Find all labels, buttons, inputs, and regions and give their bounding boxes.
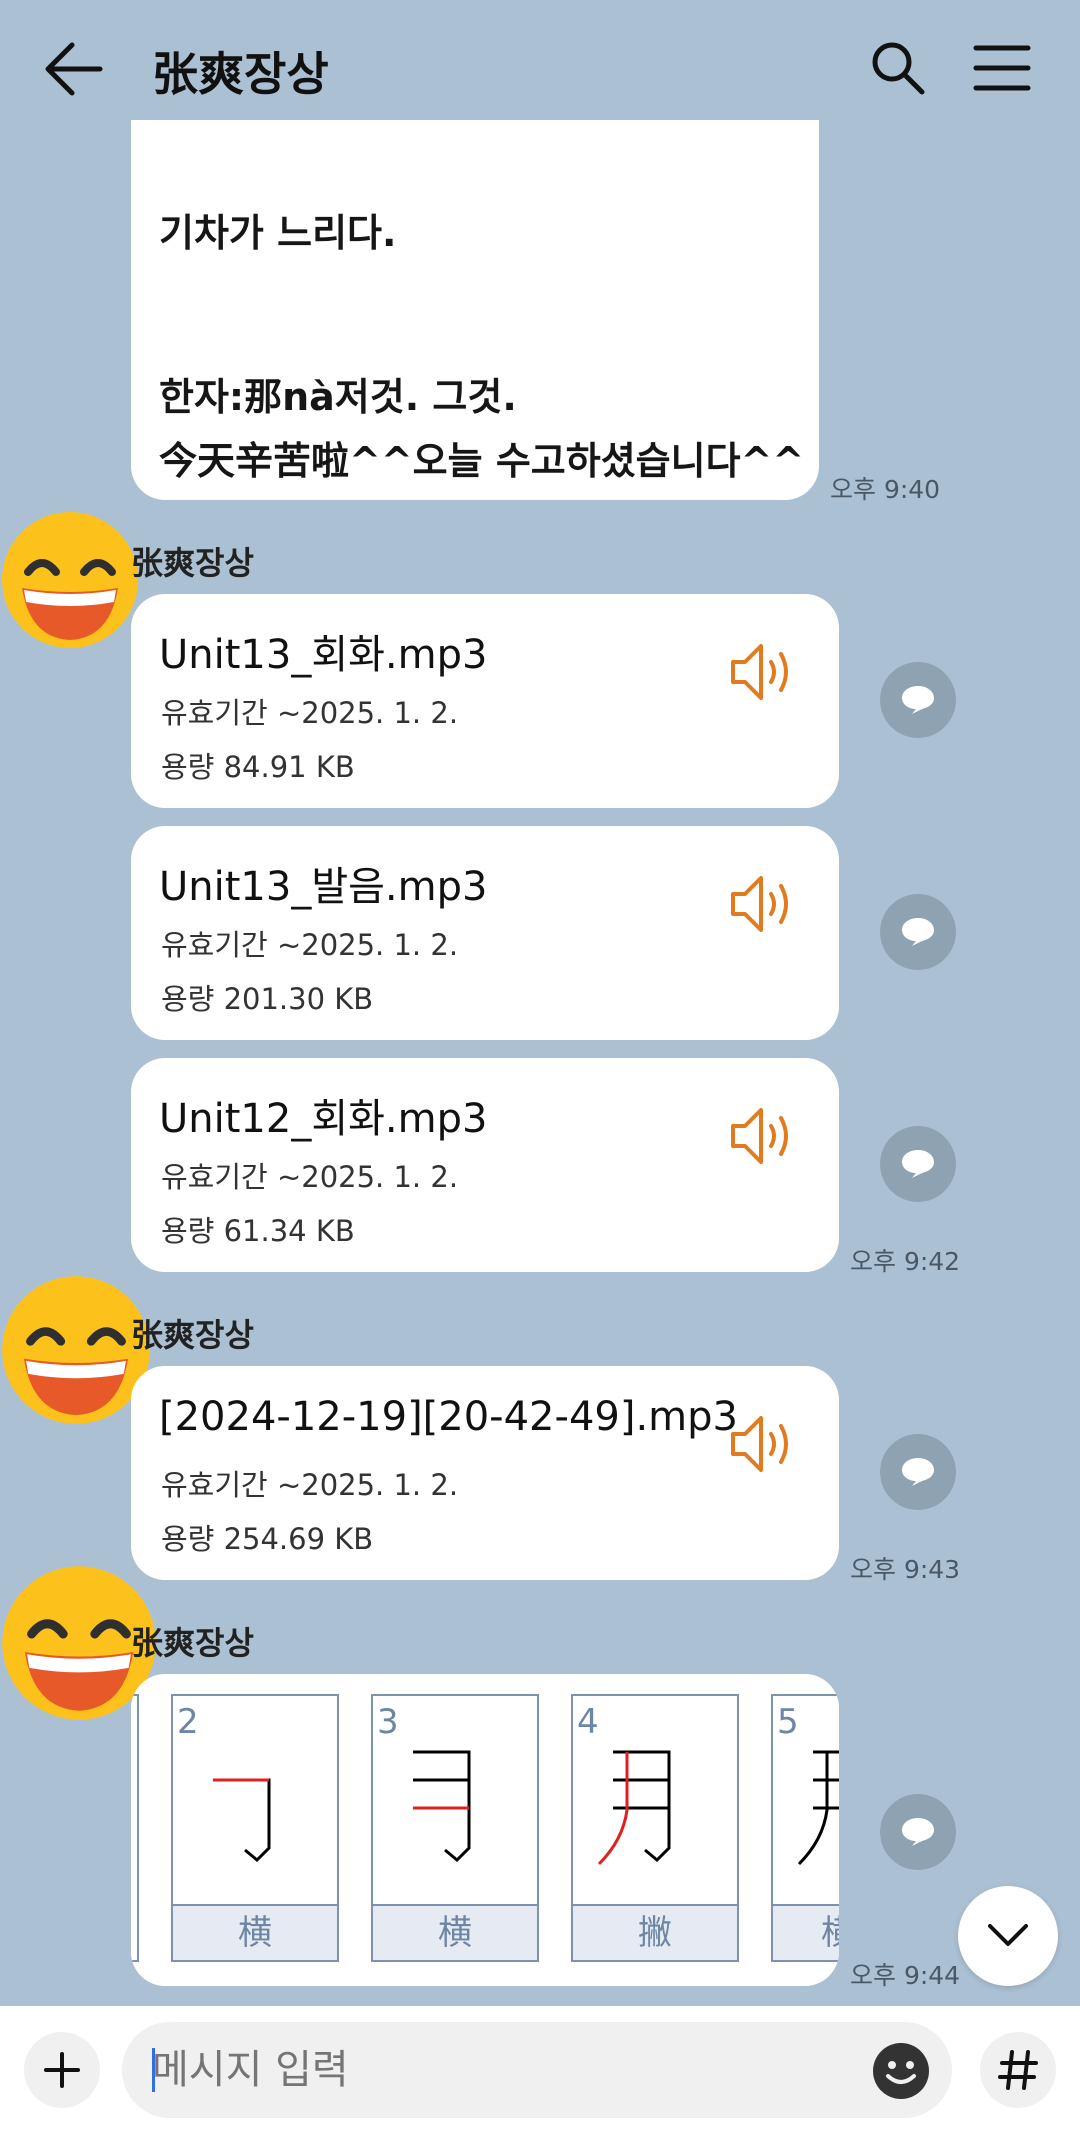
stroke-card xyxy=(131,1694,139,1962)
stroke-label: 横 xyxy=(373,1904,537,1960)
message-time: 오후 9:40 xyxy=(830,475,941,504)
audio-file-bubble[interactable]: Unit12_회화.mp3 유효기간 ~2025. 1. 2. 용량 61.34… xyxy=(131,1058,839,1272)
stroke-number: 4 xyxy=(577,1702,599,1742)
audio-file-bubble[interactable]: Unit13_발음.mp3 유효기간 ~2025. 1. 2. 용량 201.3… xyxy=(131,826,839,1040)
file-expiry: 유효기간 ~2025. 1. 2. xyxy=(161,696,459,730)
file-name: [2024-12-19][20-42-49].mp3 xyxy=(159,1394,738,1440)
stroke-label: 横折 xyxy=(773,1904,839,1960)
text-message-bubble[interactable]: 기차가 느리다. 한자:那nà저것. 그것. 今天辛苦啦^^오늘 수고하셨습니다… xyxy=(131,120,819,500)
stroke-glyph xyxy=(413,1750,471,1863)
speaker-icon[interactable] xyxy=(729,1102,801,1170)
hash-icon xyxy=(998,2050,1038,2090)
comment-icon[interactable] xyxy=(880,1434,956,1510)
file-name: Unit13_회화.mp3 xyxy=(159,632,488,678)
sender-name: 张爽장상 xyxy=(131,1316,254,1354)
stroke-glyph xyxy=(213,1778,271,1863)
comment-icon[interactable] xyxy=(880,662,956,738)
stroke-card: 4 撇 xyxy=(571,1694,739,1962)
attach-button[interactable] xyxy=(24,2032,100,2108)
stroke-number: 3 xyxy=(377,1702,399,1742)
file-name: Unit13_발음.mp3 xyxy=(159,864,488,910)
speaker-icon[interactable] xyxy=(729,870,801,938)
stroke-card: 2 横 xyxy=(171,1694,339,1962)
stroke-card: 3 横 xyxy=(371,1694,539,1962)
message-line: 한자:那nà저것. 그것. xyxy=(159,375,517,419)
emoji-icon[interactable] xyxy=(870,2040,932,2102)
file-size: 용량 61.34 KB xyxy=(161,1214,355,1248)
hash-button[interactable] xyxy=(980,2032,1056,2108)
back-arrow-icon[interactable] xyxy=(40,38,110,100)
file-expiry: 유효기간 ~2025. 1. 2. xyxy=(161,1468,459,1502)
comment-icon[interactable] xyxy=(880,1794,956,1870)
stroke-glyph xyxy=(597,1750,671,1866)
message-input-bar xyxy=(0,2006,1080,2131)
file-expiry: 유효기간 ~2025. 1. 2. xyxy=(161,1160,459,1194)
message-time: 오후 9:43 xyxy=(850,1555,961,1584)
chat-header: 张爽장상 xyxy=(0,0,1080,140)
laughing-face-icon[interactable] xyxy=(0,1274,152,1430)
scroll-to-bottom-button[interactable] xyxy=(958,1886,1058,1986)
laughing-face-icon[interactable] xyxy=(0,510,140,654)
speaker-icon[interactable] xyxy=(729,1410,801,1478)
stroke-order-image-bubble[interactable]: 2 横 3 横 4 撇 5 横折 xyxy=(131,1674,839,1986)
stroke-number: 2 xyxy=(177,1702,199,1742)
file-size: 용량 254.69 KB xyxy=(161,1522,374,1556)
plus-icon xyxy=(44,2052,80,2088)
stroke-card: 5 横折 xyxy=(771,1694,839,1962)
search-icon[interactable] xyxy=(868,38,928,98)
stroke-label: 横 xyxy=(173,1904,337,1960)
file-name: Unit12_회화.mp3 xyxy=(159,1096,488,1142)
stroke-label: 撇 xyxy=(573,1904,737,1960)
file-size: 용량 201.30 KB xyxy=(161,982,374,1016)
comment-icon[interactable] xyxy=(880,894,956,970)
message-time: 오후 9:42 xyxy=(850,1247,961,1276)
stroke-glyph xyxy=(797,1750,839,1866)
sender-name: 张爽장상 xyxy=(131,544,254,582)
audio-file-bubble[interactable]: Unit13_회화.mp3 유효기간 ~2025. 1. 2. 용량 84.91… xyxy=(131,594,839,808)
audio-file-bubble[interactable]: [2024-12-19][20-42-49].mp3 유효기간 ~2025. 1… xyxy=(131,1366,839,1580)
text-cursor xyxy=(152,2048,155,2092)
message-input[interactable] xyxy=(122,2022,952,2118)
chevron-down-icon xyxy=(988,1924,1028,1946)
comment-icon[interactable] xyxy=(880,1126,956,1202)
speaker-icon[interactable] xyxy=(729,638,801,706)
menu-icon[interactable] xyxy=(972,40,1032,96)
file-size: 용량 84.91 KB xyxy=(161,750,355,784)
sender-name: 张爽장상 xyxy=(131,1624,254,1662)
message-line: 今天辛苦啦^^오늘 수고하셨습니다^^ xyxy=(159,439,805,483)
file-expiry: 유효기간 ~2025. 1. 2. xyxy=(161,928,459,962)
message-line: 기차가 느리다. xyxy=(159,211,397,255)
message-time: 오후 9:44 xyxy=(850,1961,961,1990)
chat-title: 张爽장상 xyxy=(152,47,329,101)
stroke-number: 5 xyxy=(777,1702,799,1742)
